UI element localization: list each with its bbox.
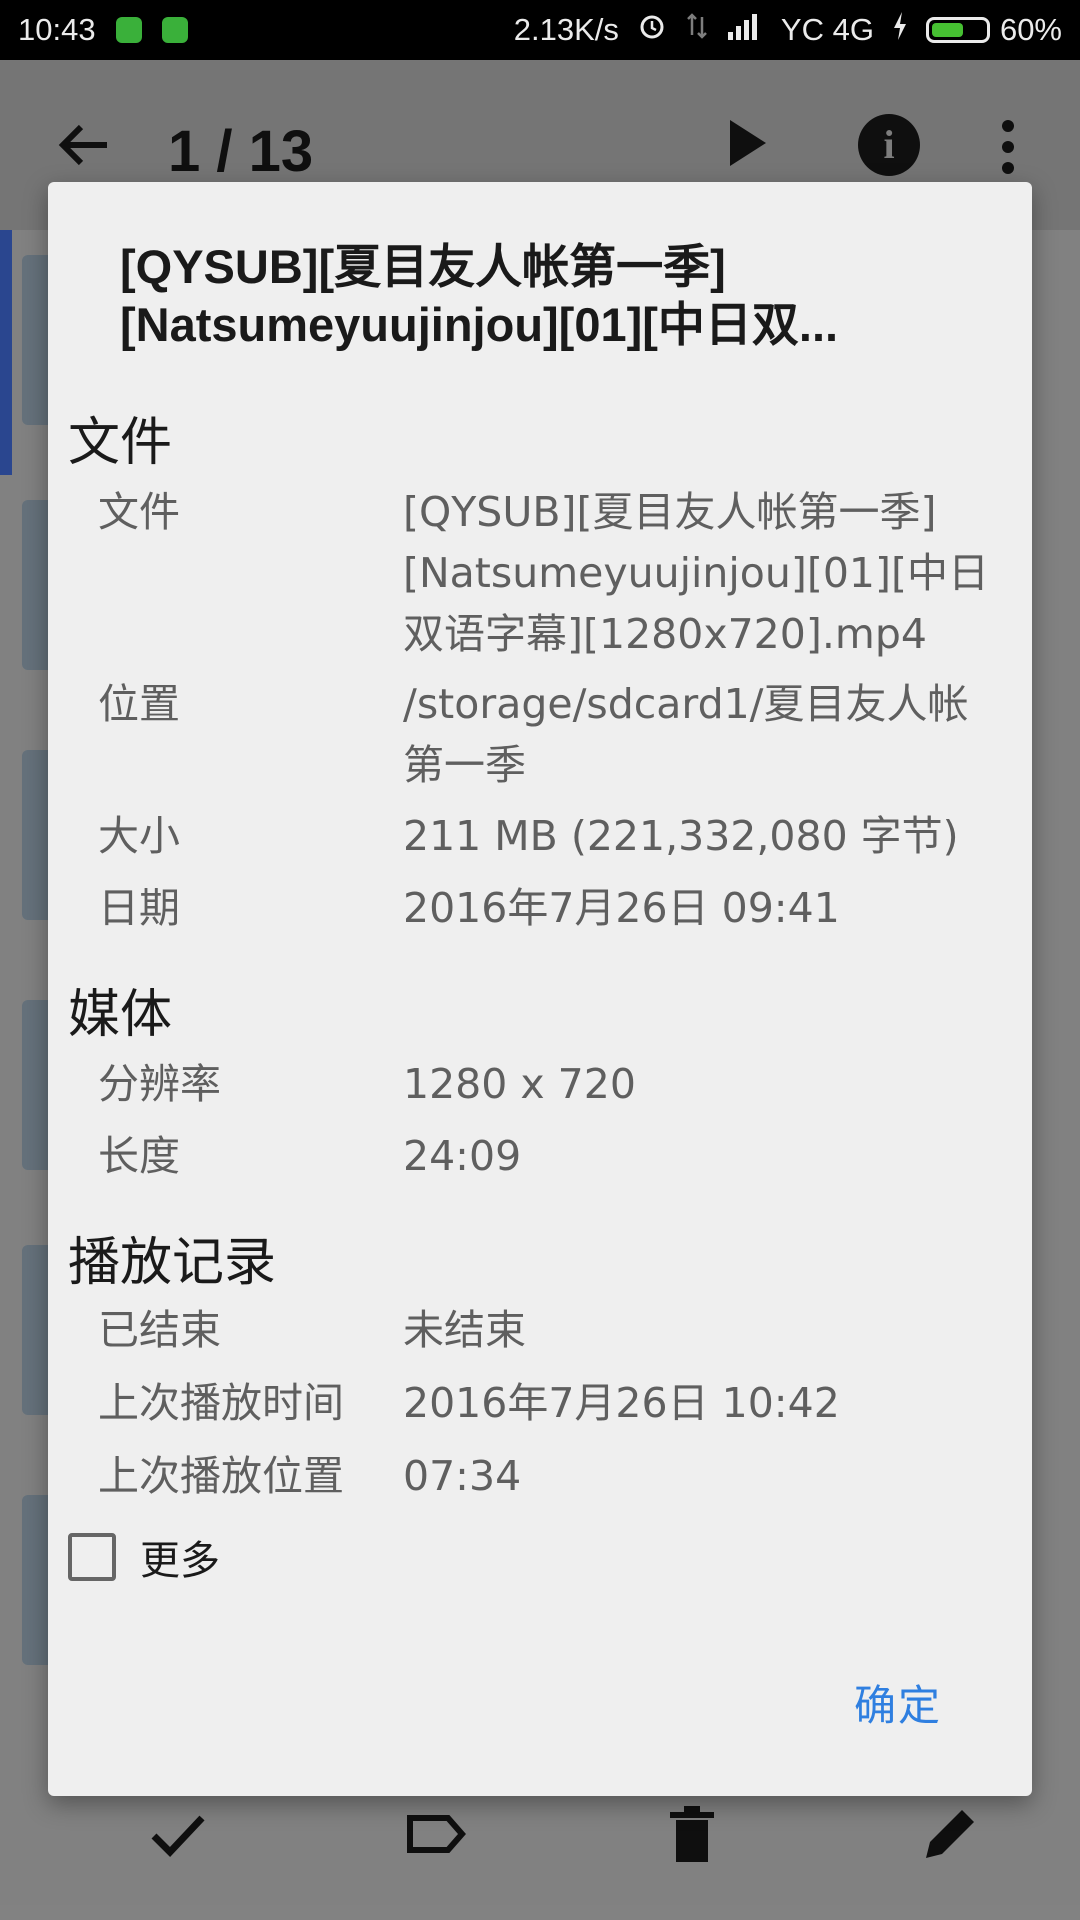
- row-value: [QYSUB][夏目友人帐第一季] [Natsumeyuujinjou][01]…: [403, 482, 1018, 665]
- row-key: 分辨率: [98, 1060, 221, 1108]
- row-value: 24:09: [403, 1132, 522, 1180]
- row-key: 上次播放时间: [98, 1379, 344, 1427]
- more-checkbox-label[interactable]: 更多: [140, 1528, 220, 1586]
- section-header-file: 文件: [68, 413, 173, 473]
- dialog-title-line: [Natsumeyuujinjou][01][中日双...: [120, 298, 839, 351]
- properties-dialog: [QYSUB][夏目友人帐第一季] [Natsumeyuujinjou][01]…: [48, 182, 1032, 1796]
- row-value: 211 MB (221,332,080 字节): [403, 812, 959, 860]
- row-value: 2016年7月26日 09:41: [403, 884, 840, 932]
- row-date: 日期 2016年7月26日 09:41: [98, 878, 1018, 939]
- row-duration: 长度 24:09: [98, 1126, 1018, 1187]
- row-key: 大小: [98, 812, 180, 860]
- row-value: 2016年7月26日 10:42: [403, 1379, 840, 1427]
- more-checkbox[interactable]: [68, 1533, 116, 1581]
- row-resolution: 分辨率 1280 x 720: [98, 1054, 1018, 1115]
- row-last-played-time: 上次播放时间 2016年7月26日 10:42: [98, 1373, 1018, 1434]
- row-file-name: 文件 [QYSUB][夏目友人帐第一季] [Natsumeyuujinjou][…: [98, 482, 1018, 665]
- row-key: 日期: [98, 884, 180, 932]
- section-header-history: 播放记录: [68, 1233, 277, 1293]
- more-checkbox-row[interactable]: 更多: [68, 1528, 220, 1586]
- row-value: 07:34: [403, 1452, 522, 1500]
- dialog-title-line: [QYSUB][夏目友人帐第一季]: [120, 240, 726, 293]
- row-last-played-position: 上次播放位置 07:34: [98, 1446, 1018, 1507]
- ok-button[interactable]: 确定: [854, 1672, 942, 1733]
- value-line: /storage/sdcard1/夏目友人帐: [403, 680, 969, 728]
- row-key: 上次播放位置: [98, 1452, 344, 1500]
- row-value: 未结束: [403, 1306, 526, 1354]
- row-value: 1280 x 720: [403, 1060, 636, 1108]
- row-value: /storage/sdcard1/夏目友人帐 第一季: [403, 674, 1018, 796]
- row-key: 长度: [98, 1132, 180, 1180]
- row-key: 位置: [98, 680, 180, 728]
- value-line: 第一季: [403, 741, 526, 789]
- section-header-media: 媒体: [68, 985, 173, 1045]
- value-line: [QYSUB][夏目友人帐第一季]: [403, 488, 937, 536]
- dialog-title: [QYSUB][夏目友人帐第一季] [Natsumeyuujinjou][01]…: [120, 238, 960, 354]
- value-line: 双语字幕][1280x720].mp4: [403, 610, 927, 658]
- row-finished: 已结束 未结束: [98, 1300, 1018, 1361]
- row-key: 文件: [98, 488, 180, 536]
- row-key: 已结束: [98, 1306, 221, 1354]
- row-location: 位置 /storage/sdcard1/夏目友人帐 第一季: [98, 674, 1018, 796]
- row-size: 大小 211 MB (221,332,080 字节): [98, 806, 1018, 867]
- value-line: [Natsumeyuujinjou][01][中日: [403, 549, 989, 597]
